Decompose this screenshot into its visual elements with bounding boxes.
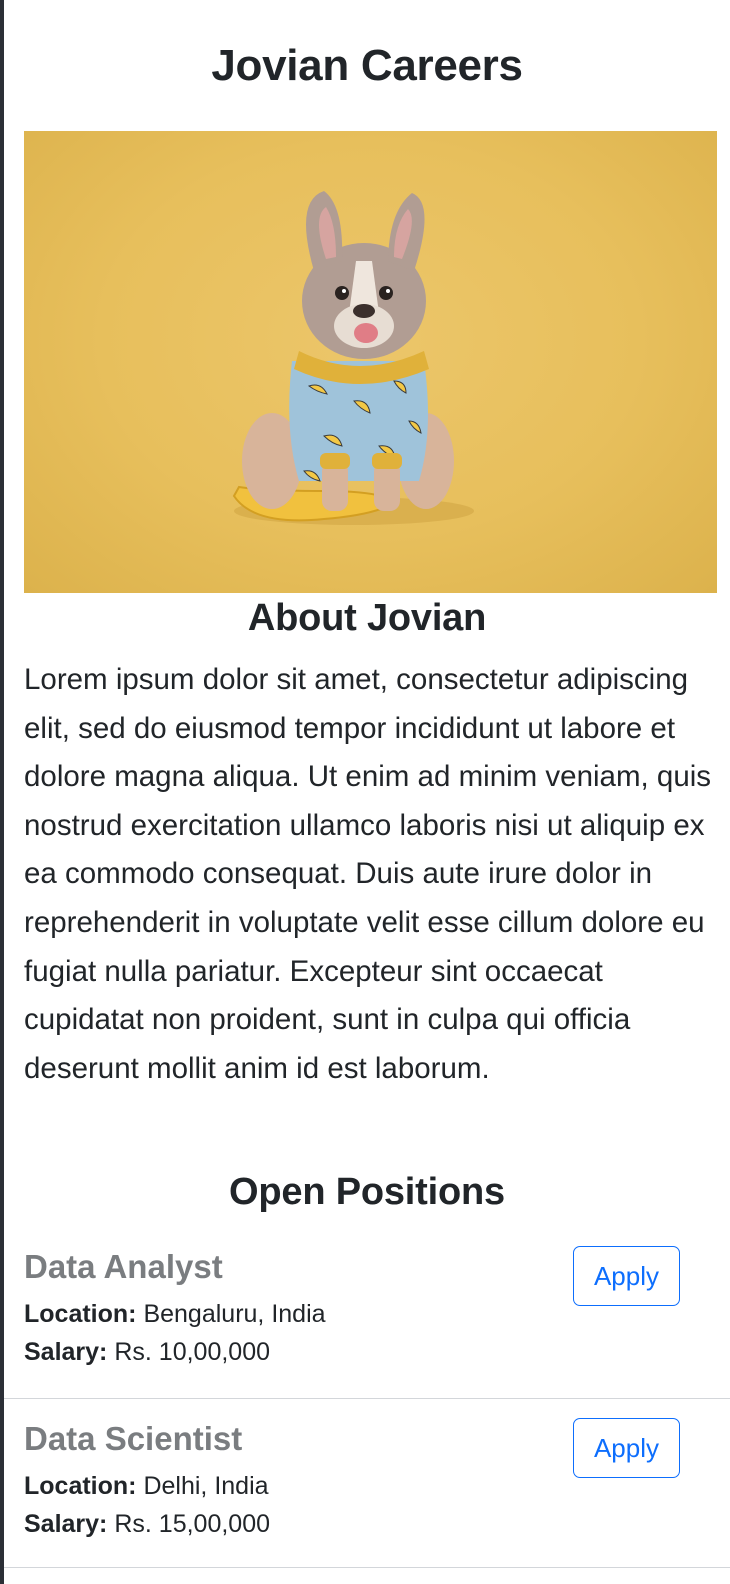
location-label: Location: bbox=[24, 1472, 137, 1500]
job-location: Location: Delhi, India bbox=[24, 1469, 269, 1503]
salary-value: Rs. 10,00,000 bbox=[114, 1338, 271, 1366]
job-title: Data Analyst bbox=[24, 1248, 223, 1285]
job-title: Data Scientist bbox=[24, 1420, 243, 1457]
salary-label: Salary: bbox=[24, 1338, 108, 1366]
location-value: Delhi, India bbox=[143, 1472, 269, 1500]
salary-label: Salary: bbox=[24, 1510, 108, 1538]
job-salary: Salary: Rs. 10,00,000 bbox=[24, 1335, 270, 1369]
about-heading: About Jovian bbox=[247, 597, 487, 639]
salary-value: Rs. 15,00,000 bbox=[114, 1510, 271, 1538]
positions-heading: Open Positions bbox=[229, 1171, 505, 1213]
job-location: Location: Bengaluru, India bbox=[24, 1297, 326, 1331]
page-title: Jovian Careers bbox=[211, 41, 523, 90]
location-value: Bengaluru, India bbox=[143, 1300, 326, 1328]
apply-button[interactable]: Apply bbox=[573, 1418, 680, 1478]
apply-button[interactable]: Apply bbox=[573, 1246, 680, 1306]
hero-image bbox=[24, 131, 717, 593]
location-label: Location: bbox=[24, 1300, 137, 1328]
careers-page: Jovian Careers About Jovian Lorem ipsum … bbox=[4, 0, 730, 1584]
job-card: Data Scientist Location: Delhi, India Sa… bbox=[4, 1417, 730, 1568]
about-text: Lorem ipsum dolor sit amet, consectetur … bbox=[24, 663, 712, 1085]
job-salary: Salary: Rs. 15,00,000 bbox=[24, 1507, 270, 1541]
job-card: Data Analyst Location: Bengaluru, India … bbox=[4, 1245, 730, 1399]
dog-illustration bbox=[232, 191, 474, 525]
